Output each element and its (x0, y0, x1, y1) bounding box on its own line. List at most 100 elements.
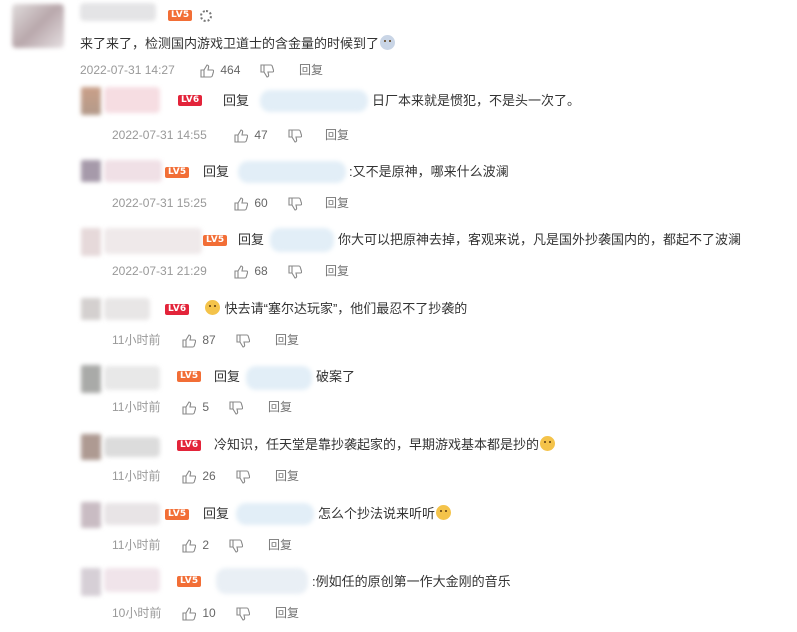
like-count: 464 (220, 63, 241, 77)
thumbs-down-icon (236, 607, 250, 621)
level-badge: LV5 (168, 10, 193, 21)
thumbs-down-icon (260, 64, 274, 78)
avatar[interactable] (81, 298, 101, 320)
thumbs-up-icon (182, 470, 196, 484)
timestamp: 2022-07-31 14:27 (80, 63, 175, 77)
like-count: 2 (202, 538, 210, 552)
thumbs-up-icon (234, 197, 248, 211)
timestamp: 11小时前 (112, 469, 161, 483)
username[interactable] (104, 437, 160, 457)
username[interactable] (104, 568, 160, 592)
reply-button[interactable]: 回复 (325, 263, 349, 279)
timestamp: 11小时前 (112, 538, 161, 552)
dislike-button[interactable] (288, 195, 302, 211)
mentioned-user[interactable] (236, 503, 314, 525)
level-badge: LV5 (165, 509, 190, 520)
emoji-icon (540, 436, 556, 451)
avatar[interactable] (81, 568, 101, 596)
username[interactable] (104, 298, 150, 320)
like-button[interactable]: 60 (234, 195, 268, 211)
thumbs-up-icon (234, 129, 248, 143)
avatar[interactable] (81, 160, 101, 182)
mentioned-user[interactable] (270, 228, 334, 252)
like-count: 47 (254, 128, 268, 142)
comment-text-row: 回复 (223, 92, 249, 110)
reply-button[interactable]: 回复 (275, 332, 299, 348)
reply-button[interactable]: 回复 (275, 605, 299, 621)
comment-text-row: 快去请“塞尔达玩家”，他们最忍不了抄袭的 (204, 300, 467, 318)
mentioned-user[interactable] (216, 568, 308, 594)
comment-text: 破案了 (316, 369, 356, 384)
dislike-button[interactable] (260, 62, 274, 78)
timestamp: 2022-07-31 21:29 (112, 264, 207, 278)
dislike-button[interactable] (288, 263, 302, 279)
like-button[interactable]: 47 (234, 127, 268, 143)
comment-text: 怎么个抄法说来听听 (318, 506, 436, 521)
comment-meta: 2022-07-31 14:27 (80, 62, 175, 78)
username[interactable] (104, 87, 160, 113)
like-count: 60 (254, 196, 268, 210)
dislike-button[interactable] (229, 537, 243, 553)
emoji-icon (436, 505, 452, 520)
reply-prefix: 回复 (214, 369, 241, 384)
mentioned-user[interactable] (238, 161, 346, 183)
thumbs-down-icon (229, 539, 243, 553)
mentioned-user[interactable] (246, 366, 312, 390)
reply-button[interactable]: 回复 (325, 195, 349, 211)
comment-text: 来了来了，检测国内游戏卫道士的含金量的时候到了 (80, 36, 380, 51)
dislike-button[interactable] (236, 468, 250, 484)
level-badge: LV5 (177, 576, 202, 587)
like-count: 10 (202, 606, 216, 620)
avatar[interactable] (81, 434, 101, 460)
comment-text-row: 怎么个抄法说来听听 (318, 505, 452, 523)
username[interactable] (104, 160, 162, 182)
like-count: 26 (202, 469, 216, 483)
thumbs-up-icon (182, 401, 196, 415)
comment-text-row: 来了来了，检测国内游戏卫道士的含金量的时候到了 (80, 35, 396, 53)
avatar[interactable] (12, 4, 64, 48)
like-button[interactable]: 10 (182, 605, 216, 621)
avatar[interactable] (81, 502, 101, 528)
avatar[interactable] (81, 87, 101, 115)
timestamp: 2022-07-31 14:55 (112, 128, 207, 142)
thumbs-down-icon (229, 401, 243, 415)
level-badge: LV6 (165, 304, 190, 315)
reply-button[interactable]: 回复 (325, 127, 349, 143)
reply-button[interactable]: 回复 (299, 62, 323, 78)
like-button[interactable]: 87 (182, 332, 216, 348)
level-badge: LV5 (177, 371, 202, 382)
username[interactable] (104, 228, 202, 254)
gear-icon (200, 9, 212, 27)
level-badge: LV5 (165, 167, 190, 178)
username[interactable] (104, 503, 160, 525)
mentioned-user[interactable] (260, 90, 368, 112)
avatar[interactable] (81, 365, 101, 393)
dislike-button[interactable] (288, 127, 302, 143)
avatar[interactable] (81, 228, 101, 256)
like-button[interactable]: 5 (182, 399, 209, 415)
level-badge: LV6 (178, 95, 203, 106)
thumbs-down-icon (236, 470, 250, 484)
thumbs-down-icon (288, 265, 302, 279)
emoji-icon (380, 35, 396, 50)
like-button[interactable]: 2 (182, 537, 209, 553)
dislike-button[interactable] (236, 332, 250, 348)
dislike-button[interactable] (236, 605, 250, 621)
like-button[interactable]: 464 (200, 62, 240, 78)
reply-button[interactable]: 回复 (275, 468, 299, 484)
username[interactable] (80, 3, 156, 21)
username[interactable] (104, 366, 160, 390)
like-count: 87 (202, 333, 216, 347)
like-button[interactable]: 68 (234, 263, 268, 279)
comment-text: :例如任的原创第一作大金刚的音乐 (312, 574, 511, 589)
like-button[interactable]: 26 (182, 468, 216, 484)
reply-button[interactable]: 回复 (268, 399, 292, 415)
thumbs-up-icon (182, 539, 196, 553)
reply-prefix: 回复 (203, 164, 230, 179)
reply-button[interactable]: 回复 (268, 537, 292, 553)
dislike-button[interactable] (229, 399, 243, 415)
timestamp: 11小时前 (112, 333, 161, 347)
comment-text: 你大可以把原神去掉，客观来说，凡是国外抄袭国内的，都起不了波澜 (338, 232, 742, 247)
reply-prefix: 回复 (238, 232, 265, 247)
timestamp: 10小时前 (112, 606, 162, 620)
